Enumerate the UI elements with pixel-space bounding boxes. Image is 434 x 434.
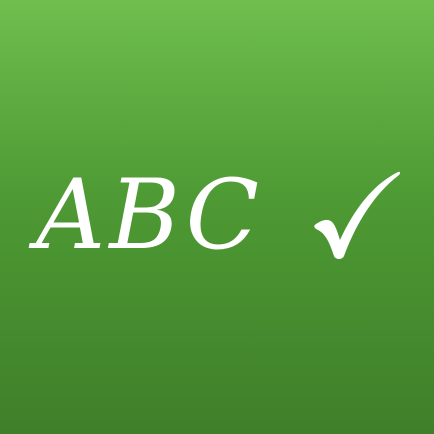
check-mark-icon xyxy=(314,171,401,259)
app-icon-tile: ABC xyxy=(0,0,434,434)
logo-wordmark: ABC xyxy=(36,159,264,271)
